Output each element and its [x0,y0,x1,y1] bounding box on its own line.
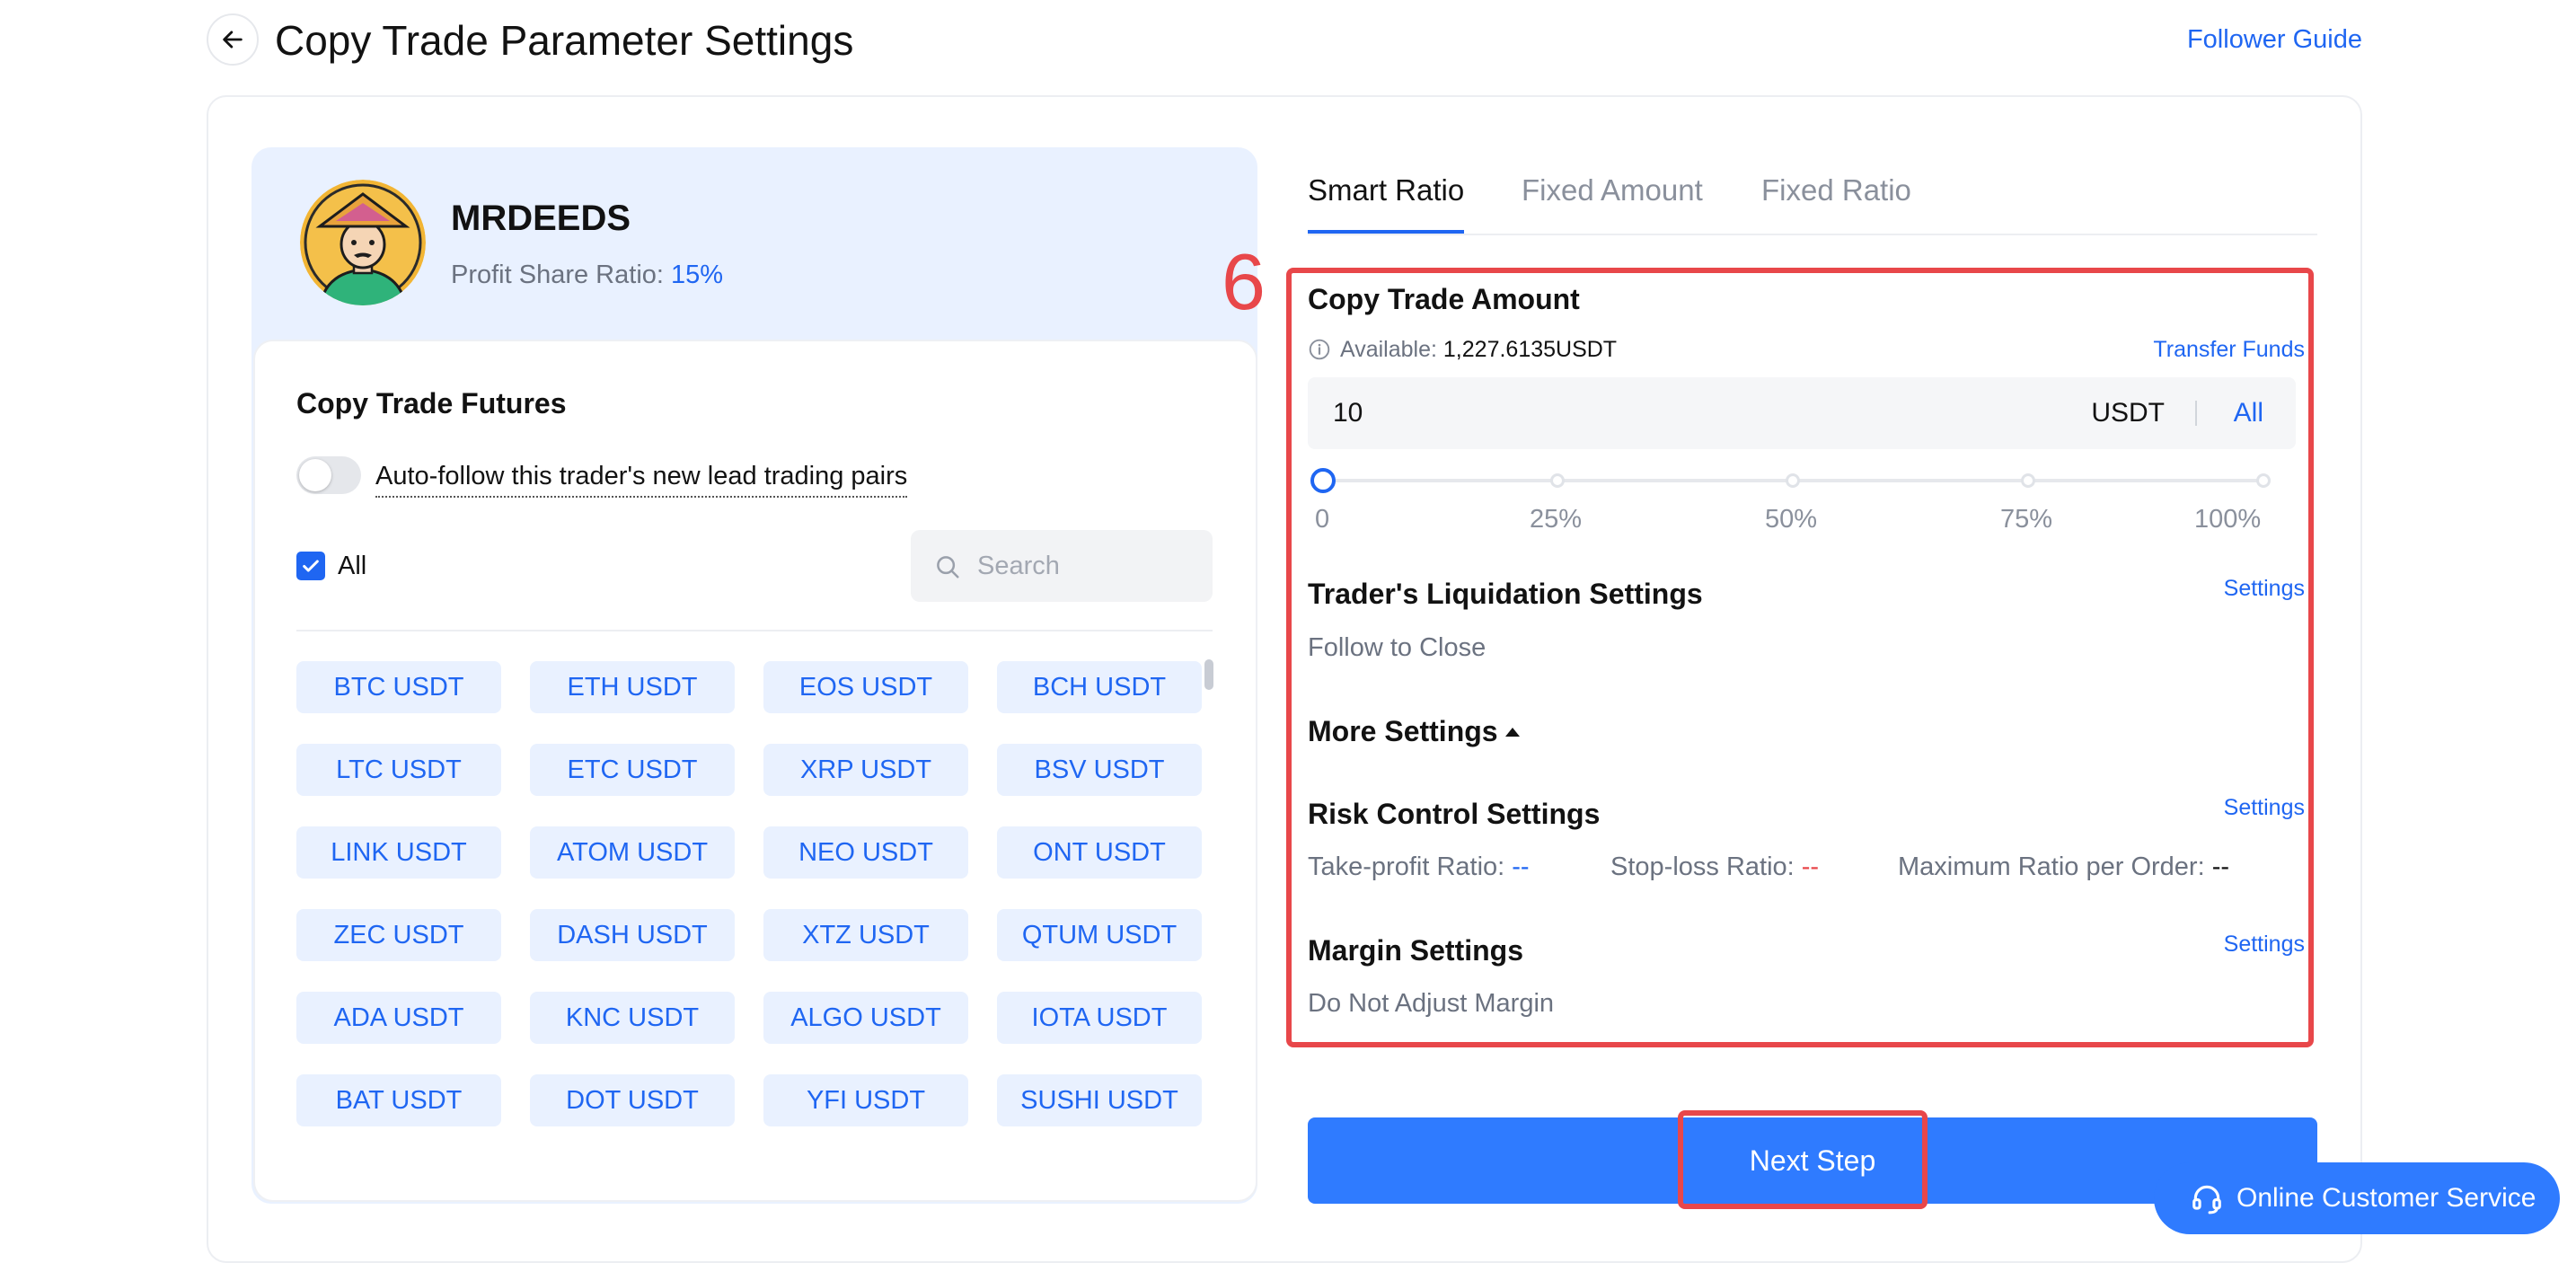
pair-button[interactable]: KNC USDT [530,992,735,1044]
amount-unit: USDT [2091,398,2165,428]
page-title: Copy Trade Parameter Settings [275,17,854,64]
info-icon [1309,339,1330,360]
auto-follow-label: Auto-follow this trader's new lead tradi… [375,458,908,498]
stop-loss-label: Stop-loss Ratio: [1610,852,1795,881]
pair-button[interactable]: DASH USDT [530,909,735,961]
trader-name: MRDEEDS [451,199,631,238]
tab-fixed-ratio[interactable]: Fixed Ratio [1761,169,1911,212]
pair-button[interactable]: DOT USDT [530,1074,735,1126]
take-profit-value: -- [1512,852,1530,881]
all-label: All [338,552,367,580]
tab-fixed-amount[interactable]: Fixed Amount [1522,169,1703,212]
amount-field: USDT All [1308,377,2296,449]
customer-service-label: Online Customer Service [2236,1183,2536,1213]
toggle-knob [299,459,331,491]
profit-share-ratio: Profit Share Ratio: 15% [451,257,723,293]
pair-button[interactable]: YFI USDT [763,1074,968,1126]
pair-button[interactable]: ZEC USDT [296,909,501,961]
annotation-next-highlight [1678,1110,1928,1209]
pair-button[interactable]: BTC USDT [296,661,501,713]
arrow-left-icon [223,31,243,49]
take-profit-label: Take-profit Ratio: [1308,852,1505,881]
slider-label: 25% [1530,505,1583,534]
pair-button[interactable]: QTUM USDT [997,909,1202,961]
copy-amount-title: Copy Trade Amount [1308,283,1580,315]
slider-mark[interactable] [1786,473,1800,488]
pair-button[interactable]: BCH USDT [997,661,1202,713]
pair-button[interactable]: XRP USDT [763,744,968,796]
pair-button[interactable]: BAT USDT [296,1074,501,1126]
caret-up-icon [1505,728,1520,737]
slider-label: 50% [1765,505,1818,534]
tabs-divider [1308,234,2317,235]
check-icon [303,560,319,572]
active-tab-indicator [1308,230,1464,234]
pair-button[interactable]: SUSHI USDT [997,1074,1202,1126]
follower-guide-link[interactable]: Follower Guide [2187,22,2362,57]
amount-slider-handle[interactable] [1310,468,1336,493]
margin-settings-link[interactable]: Settings [2224,929,2305,959]
more-settings-toggle[interactable]: More Settings [1308,712,1498,750]
profit-share-value: 15% [671,261,724,289]
stop-loss-ratio: Stop-loss Ratio: -- [1610,849,1819,885]
liquidation-settings-link[interactable]: Settings [2224,573,2305,604]
profit-share-label: Profit Share Ratio: [451,261,664,289]
slider-label: 75% [2000,505,2053,534]
trading-pairs-grid: BTC USDT ETH USDT EOS USDT BCH USDT LTC … [296,661,1204,1126]
pair-button[interactable]: BSV USDT [997,744,1202,796]
slider-label: 100% [2194,505,2262,534]
slider-mark[interactable] [2256,473,2271,488]
pair-button[interactable]: ETH USDT [530,661,735,713]
risk-control-settings-link[interactable]: Settings [2224,792,2305,823]
customer-service-button[interactable]: Online Customer Service [2154,1162,2560,1234]
auto-follow-toggle[interactable] [296,456,361,494]
liquidation-title: Trader's Liquidation Settings [1308,578,1703,610]
amount-input[interactable] [1333,393,1872,433]
transfer-funds-link[interactable]: Transfer Funds [2153,334,2305,365]
annotation-step-number: 6 [1222,237,1266,326]
pair-button[interactable]: IOTA USDT [997,992,1202,1044]
take-profit-ratio: Take-profit Ratio: -- [1308,849,1530,885]
liquidation-value: Follow to Close [1308,633,1486,662]
pair-button[interactable]: ETC USDT [530,744,735,796]
max-ratio-value: -- [2211,852,2230,881]
pair-button[interactable]: ATOM USDT [530,826,735,879]
futures-title: Copy Trade Futures [296,387,567,420]
back-button[interactable] [207,13,259,66]
amount-separator [2195,401,2197,426]
search-icon [937,556,959,579]
pair-button[interactable]: LTC USDT [296,744,501,796]
tab-smart-ratio[interactable]: Smart Ratio [1308,169,1464,212]
available-balance: Available: 1,227.6135USDT [1340,334,1617,365]
max-ratio-per-order: Maximum Ratio per Order: -- [1898,849,2229,885]
pair-button[interactable]: LINK USDT [296,826,501,879]
margin-title: Margin Settings [1308,934,1524,967]
max-ratio-label: Maximum Ratio per Order: [1898,852,2205,881]
search-box [911,530,1213,602]
pair-button[interactable]: NEO USDT [763,826,968,879]
pairs-scrollbar[interactable] [1204,659,1213,690]
amount-all-button[interactable]: All [2234,395,2263,431]
all-checkbox[interactable] [296,552,325,580]
pair-button[interactable]: XTZ USDT [763,909,968,961]
stop-loss-value: -- [1801,852,1820,881]
available-value: 1,227.6135USDT [1442,337,1618,362]
risk-control-title: Risk Control Settings [1308,798,1601,830]
slider-label: 0 [1315,505,1330,534]
search-input[interactable] [977,546,1193,586]
pair-button[interactable]: EOS USDT [763,661,968,713]
available-label: Available: [1340,337,1437,362]
slider-mark[interactable] [2021,473,2035,488]
slider-mark[interactable] [1550,473,1565,488]
pair-button[interactable]: ALGO USDT [763,992,968,1044]
pair-button[interactable]: ONT USDT [997,826,1202,879]
trader-avatar [300,180,426,305]
divider [296,630,1213,632]
headset-icon [2192,1185,2221,1214]
margin-value: Do Not Adjust Margin [1308,989,1555,1018]
pair-button[interactable]: ADA USDT [296,992,501,1044]
